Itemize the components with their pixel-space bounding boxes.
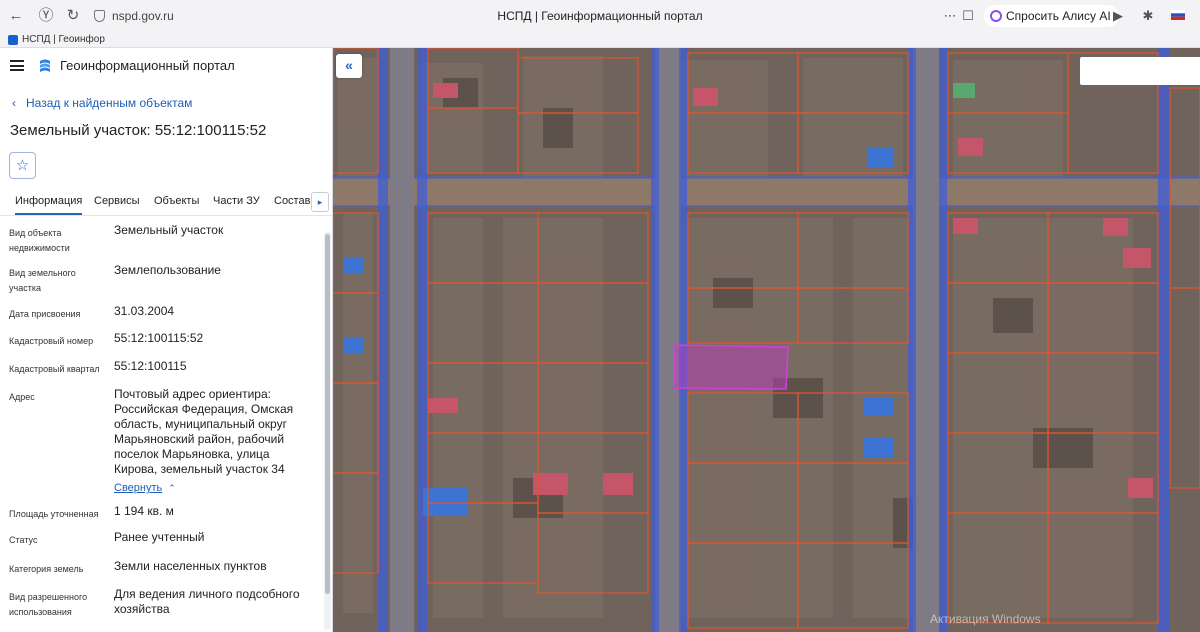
alice-icon <box>990 10 1002 22</box>
portal-title: Геоинформационный портал <box>60 58 235 73</box>
browser-toolbar: ← Ⓨ ↻ nspd.gov.ru НСПД | Геоинформационн… <box>0 0 1200 32</box>
tab-title: НСПД | Геоинформационный портал <box>497 9 703 23</box>
info-row-value: 31.03.2004 <box>114 304 175 318</box>
info-row-label: Категория земель <box>9 564 84 574</box>
page-title: Земельный участок: 55:12:100115:52 <box>10 122 267 139</box>
alice-button[interactable]: Спросить Алису AI <box>984 5 1119 27</box>
info-row-label: Площадь уточненная <box>9 509 99 519</box>
info-row-value: 55:12:100115:52 <box>114 331 204 345</box>
address-value: Почтовый адрес ориентира: Российская Фед… <box>114 387 294 476</box>
info-row-value: Для ведения личного подсобного хозяйства <box>114 587 300 616</box>
double-chevron-left-icon: « <box>345 57 353 73</box>
tab-information[interactable]: Информация <box>15 195 83 215</box>
alice-label: Спросить Алису AI <box>1006 9 1111 23</box>
tabs-scroll-right-button[interactable]: ▸ <box>311 192 329 212</box>
url-text: nspd.gov.ru <box>112 9 174 23</box>
favorite-button[interactable]: ☆ <box>9 152 36 179</box>
info-row-label: Кадастровый номер <box>9 336 94 346</box>
chevron-right-icon: ▸ <box>317 197 323 207</box>
more-icon[interactable]: ⋯ <box>942 6 958 26</box>
back-link[interactable]: ‹ Назад к найденным объектам <box>12 96 192 110</box>
info-row-value: Земли населенных пунктов <box>114 559 267 573</box>
shield-icon <box>94 10 105 22</box>
windows-activation-watermark: Активация Windows <box>930 612 1041 626</box>
tab-parts[interactable]: Части ЗУ <box>213 195 260 207</box>
tab-objects[interactable]: Объекты <box>154 195 199 207</box>
yandex-icon[interactable]: Ⓨ <box>36 6 56 26</box>
info-row-label: Вид объекта недвижимости <box>9 228 70 253</box>
map-search-box[interactable] <box>1080 57 1200 85</box>
back-label: Назад к найденным объектам <box>26 96 193 110</box>
bookmark-favicon-icon <box>8 35 18 45</box>
bookmark-item[interactable]: НСПД | Геоинфор <box>8 32 105 48</box>
info-row-value: 1 194 кв. м <box>114 504 174 518</box>
info-row-label: Статус <box>9 535 38 545</box>
info-row-value: Землепользование <box>114 263 221 277</box>
bookmarks-bar: НСПД | Геоинфор <box>0 32 1200 48</box>
play-icon[interactable]: ▶ <box>1110 6 1126 26</box>
collapse-panel-button[interactable]: « <box>336 54 362 78</box>
chevron-left-icon: ‹ <box>12 96 16 110</box>
info-row-value: Ранее учтенный <box>114 530 205 544</box>
info-row-label: Адрес <box>9 392 35 402</box>
bookmark-icon[interactable]: ☐ <box>960 6 976 26</box>
tab-composition[interactable]: Состав <box>274 195 310 207</box>
map-view[interactable] <box>333 48 1200 632</box>
extension-icon[interactable]: ✱ <box>1140 6 1156 26</box>
tab-services[interactable]: Сервисы <box>94 195 140 207</box>
chevron-up-icon: ⌃ <box>168 483 176 493</box>
info-row-value: 55:12:100115 <box>114 359 187 373</box>
star-icon: ☆ <box>15 157 30 174</box>
collapse-label: Свернуть <box>114 482 163 494</box>
address-bar[interactable]: nspd.gov.ru <box>92 5 222 27</box>
reload-icon[interactable]: ↻ <box>63 6 83 26</box>
scrollbar-thumb[interactable] <box>325 234 330 594</box>
menu-icon[interactable] <box>10 60 24 71</box>
back-arrow-icon[interactable]: ← <box>6 6 26 26</box>
bookmark-label: НСПД | Геоинфор <box>22 34 105 45</box>
info-row-label: Дата присвоения <box>9 309 81 319</box>
tabs-bar: Информация Сервисы Объекты Части ЗУ Сост… <box>0 190 332 216</box>
info-row-value: Земельный участок <box>114 223 224 237</box>
portal-logo-icon <box>40 59 50 72</box>
info-panel: Геоинформационный портал ‹ Назад к найден… <box>0 48 333 632</box>
satellite-map[interactable] <box>333 48 1200 632</box>
flag-icon[interactable] <box>1170 6 1186 26</box>
collapse-link[interactable]: Свернуть ⌃ <box>114 482 176 494</box>
info-row-label: Вид разрешенного использования <box>9 592 88 617</box>
info-row-label: Вид земельного участка <box>9 268 76 293</box>
info-row-label: Кадастровый квартал <box>9 364 100 374</box>
browser-chrome: ← Ⓨ ↻ nspd.gov.ru НСПД | Геоинформационн… <box>0 0 1200 48</box>
